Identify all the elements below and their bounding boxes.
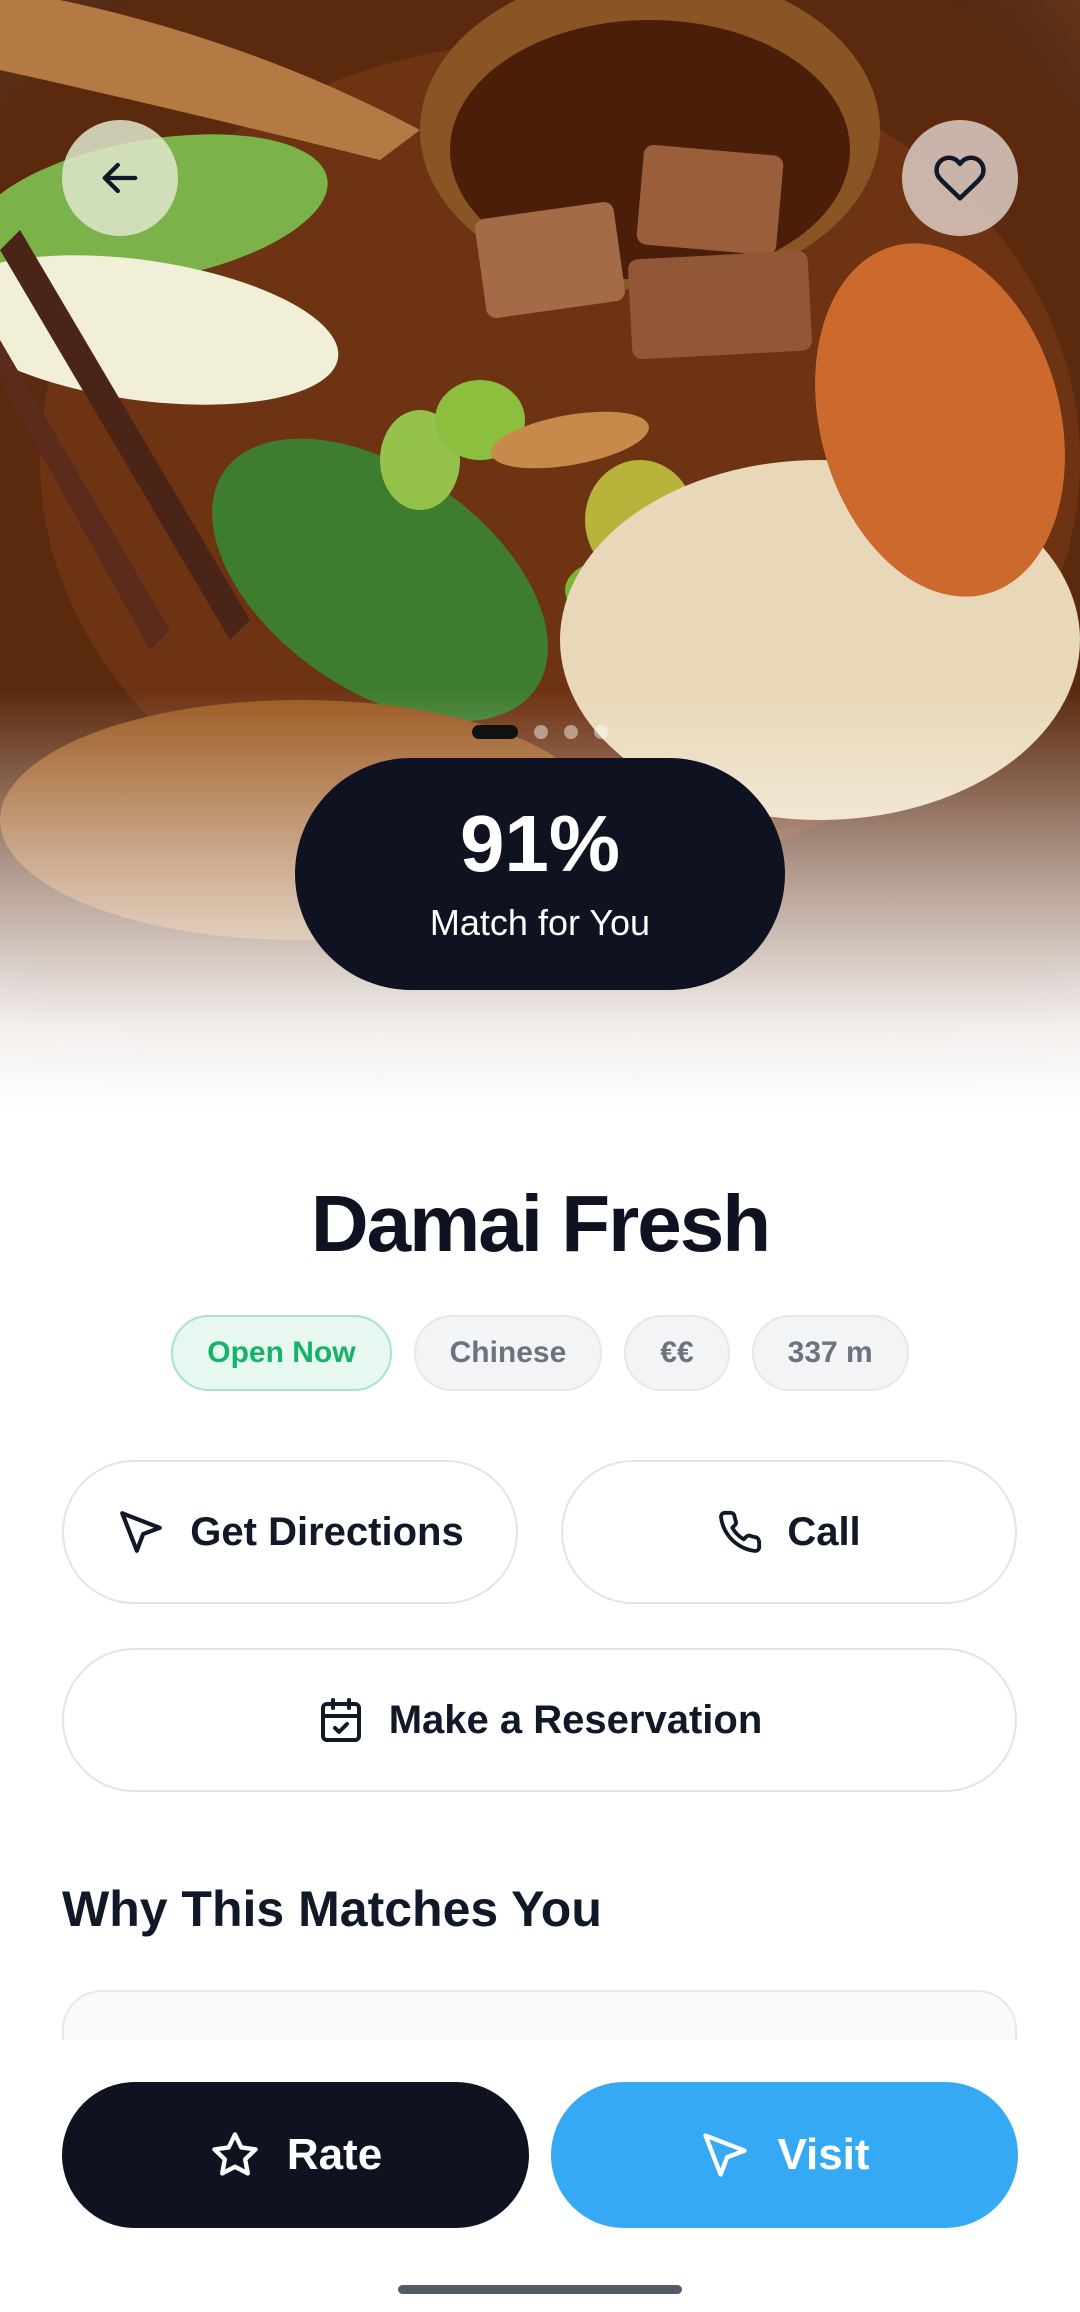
visit-label: Visit — [777, 2130, 870, 2179]
restaurant-name: Damai Fresh — [310, 1179, 771, 1268]
match-label: Match for You — [429, 902, 651, 943]
rate-label: Rate — [286, 2130, 383, 2179]
rate-button[interactable]: Rate — [62, 2082, 529, 2228]
price-chip: €€ — [624, 1315, 730, 1391]
carousel-dot[interactable] — [534, 725, 548, 739]
section-title: Why This Matches You — [62, 1881, 602, 1937]
call-label: Call — [787, 1509, 861, 1554]
back-button[interactable] — [62, 120, 178, 236]
distance-chip: 337 m — [751, 1315, 909, 1391]
info-chips: Open Now Chinese €€ 337 m — [0, 1315, 1080, 1391]
navigation-arrow-icon — [699, 2129, 751, 2181]
home-indicator[interactable] — [398, 2285, 682, 2294]
heart-icon — [933, 151, 987, 205]
carousel-dot[interactable] — [594, 725, 608, 739]
make-reservation-button[interactable]: Make a Reservation — [62, 1648, 1017, 1792]
match-score-badge: 91% Match for You — [295, 758, 785, 990]
calendar-check-icon — [317, 1696, 365, 1744]
navigation-arrow-icon — [116, 1507, 166, 1557]
cuisine-chip: Chinese — [413, 1315, 603, 1391]
carousel-dot[interactable] — [564, 725, 578, 739]
call-button[interactable]: Call — [561, 1460, 1017, 1604]
phone-icon — [717, 1509, 763, 1555]
match-percent: 91% — [459, 799, 621, 888]
carousel-dots[interactable] — [0, 725, 1080, 739]
make-reservation-label: Make a Reservation — [388, 1697, 763, 1742]
favorite-button[interactable] — [902, 120, 1018, 236]
visit-button[interactable]: Visit — [551, 2082, 1018, 2228]
star-icon — [209, 2129, 261, 2181]
get-directions-button[interactable]: Get Directions — [62, 1460, 518, 1604]
get-directions-label: Get Directions — [190, 1509, 464, 1554]
arrow-left-icon — [94, 152, 146, 204]
carousel-dot[interactable] — [472, 725, 518, 739]
status-badge: Open Now — [171, 1315, 392, 1391]
